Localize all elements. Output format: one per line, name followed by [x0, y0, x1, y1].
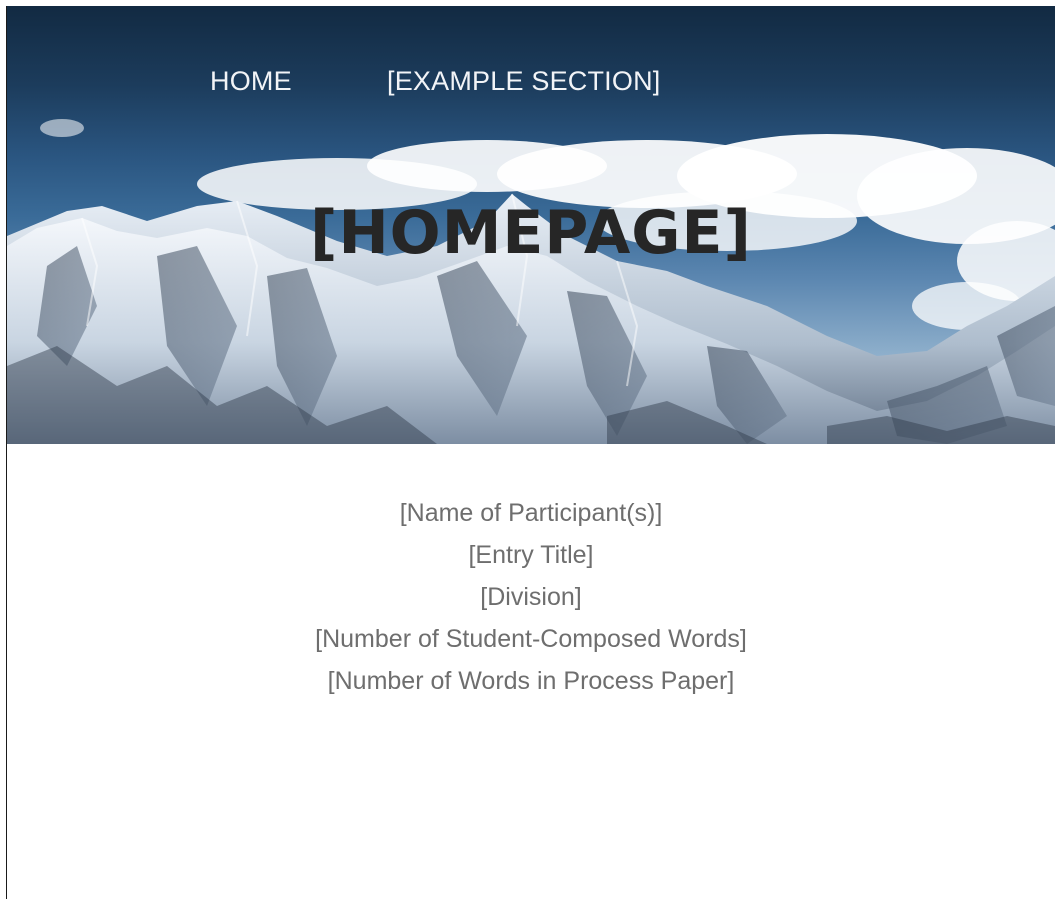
nav-link-example-section[interactable]: [EXAMPLE SECTION] — [387, 66, 660, 97]
student-word-count: [Number of Student-Composed Words] — [315, 625, 747, 653]
nav-link-home[interactable]: HOME — [210, 66, 292, 97]
participant-names: [Name of Participant(s)] — [399, 499, 663, 527]
hero-banner: HOME [EXAMPLE SECTION] [HOMEPAGE] — [7, 6, 1055, 444]
page-title: [HOMEPAGE] — [310, 198, 752, 268]
process-paper-word-count: [Number of Words in Process Paper] — [327, 667, 735, 695]
entry-info-block: [Name of Participant(s)] [Entry Title] [… — [7, 492, 1055, 702]
page: HOME [EXAMPLE SECTION] [HOMEPAGE] [Name … — [0, 0, 1055, 899]
top-navigation: HOME [EXAMPLE SECTION] — [7, 66, 1055, 106]
division: [Division] — [480, 583, 582, 611]
entry-title: [Entry Title] — [468, 541, 594, 569]
